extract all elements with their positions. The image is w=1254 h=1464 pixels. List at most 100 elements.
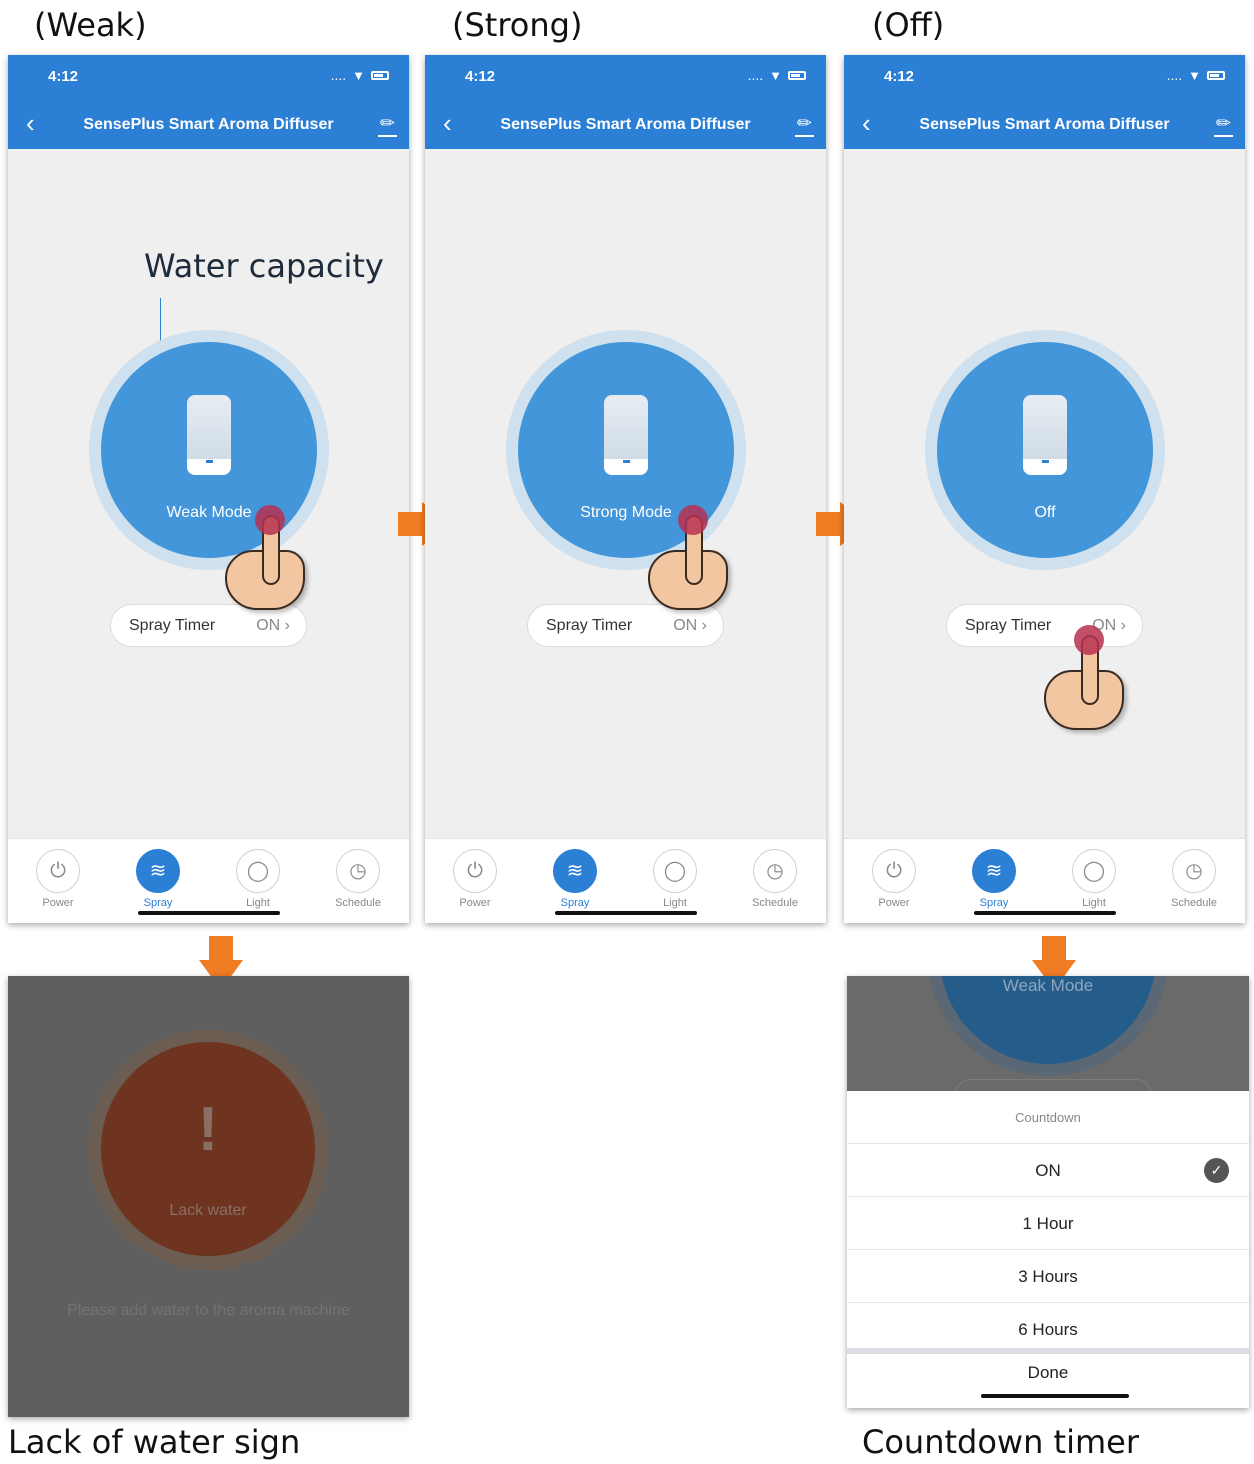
phone-screen-weak: 4:12 .... ▼ ‹ SensePlus Smart Aroma Diff…	[8, 55, 409, 923]
water-tank-icon	[1023, 395, 1067, 475]
tab-schedule[interactable]: ◷ Schedule	[725, 849, 825, 909]
countdown-sheet: Countdown ON ✓ 1 Hour 3 Hours 6 Hours	[847, 1091, 1249, 1408]
warning-icon: !	[197, 1095, 219, 1164]
status-icons: .... ▼	[748, 67, 806, 83]
app-header: 4:12 .... ▼ ‹ SensePlus Smart Aroma Diff…	[8, 55, 409, 149]
home-indicator	[138, 911, 280, 915]
wifi-icon: ▼	[1188, 67, 1201, 83]
sheet-divider	[847, 1348, 1249, 1354]
app-header: 4:12 .... ▼ ‹ SensePlus Smart Aroma Diff…	[844, 55, 1245, 149]
lack-water-label: Lack water	[169, 1202, 247, 1219]
app-title: SensePlus Smart Aroma Diffuser	[83, 116, 334, 133]
pencil-icon[interactable]: ✏	[1213, 113, 1234, 137]
clock-icon: ◷	[753, 849, 797, 893]
tab-spray[interactable]: ≋ Spray	[525, 849, 625, 909]
status-icons: .... ▼	[331, 67, 389, 83]
signal-icon: ....	[1166, 67, 1183, 83]
pencil-icon[interactable]: ✏	[794, 113, 815, 137]
check-icon: ✓	[1204, 1158, 1229, 1183]
water-level-marker	[1042, 460, 1049, 463]
app-title: SensePlus Smart Aroma Diffuser	[500, 116, 751, 133]
tab-label: Light	[663, 897, 687, 909]
countdown-title: Countdown	[847, 1091, 1249, 1144]
tap-hand-icon	[225, 505, 345, 625]
water-level-marker	[206, 460, 213, 463]
spray-timer-label: Spray Timer	[546, 617, 633, 634]
power-icon: ⏻	[872, 849, 916, 893]
battery-icon	[1207, 70, 1225, 80]
option-label: 1 Hour	[1022, 1214, 1074, 1233]
tab-label: Light	[246, 897, 270, 909]
tab-light[interactable]: ◯ Light	[625, 849, 725, 909]
tab-power[interactable]: ⏻ Power	[844, 849, 944, 909]
home-indicator	[555, 911, 697, 915]
clock-icon: ◷	[336, 849, 380, 893]
status-time: 4:12	[465, 68, 496, 85]
caption-weak: (Weak)	[34, 6, 147, 44]
spray-icon: ≋	[972, 849, 1016, 893]
phone-screen-strong: 4:12 .... ▼ ‹ SensePlus Smart Aroma Diff…	[425, 55, 826, 923]
option-label: 3 Hours	[1018, 1267, 1078, 1286]
tab-label: Schedule	[1171, 897, 1217, 909]
water-tank-icon	[187, 395, 231, 475]
countdown-screen: Weak Mode Countdown ON ✓ 1 Hour 3 Hours …	[847, 976, 1249, 1408]
countdown-option-3-hours[interactable]: 3 Hours	[847, 1250, 1249, 1303]
tab-power[interactable]: ⏻ Power	[8, 849, 108, 909]
wifi-icon: ▼	[352, 67, 365, 83]
tap-hand-icon	[1044, 625, 1164, 745]
caption-lack-of-water: Lack of water sign	[8, 1423, 301, 1461]
tab-label: Schedule	[335, 897, 381, 909]
lack-water-message: Please add water to the aroma machine	[67, 1302, 350, 1319]
wifi-icon: ▼	[769, 67, 782, 83]
water-capacity-annotation: Water capacity	[144, 247, 384, 285]
done-button[interactable]: Done	[847, 1363, 1249, 1383]
phone-screen-off: 4:12 .... ▼ ‹ SensePlus Smart Aroma Diff…	[844, 55, 1245, 923]
tab-spray[interactable]: ≋ Spray	[944, 849, 1044, 909]
tab-label: Spray	[143, 897, 173, 909]
spray-timer-label: Spray Timer	[129, 617, 216, 634]
countdown-option-1-hour[interactable]: 1 Hour	[847, 1197, 1249, 1250]
option-label: ON	[1035, 1161, 1061, 1180]
spray-icon: ≋	[553, 849, 597, 893]
bulb-icon: ◯	[236, 849, 280, 893]
clock-icon: ◷	[1172, 849, 1216, 893]
spray-icon: ≋	[136, 849, 180, 893]
option-label: 6 Hours	[1018, 1320, 1078, 1339]
water-level-marker	[623, 460, 630, 463]
bulb-icon: ◯	[653, 849, 697, 893]
lack-water-screen: ! Lack water Please add water to the aro…	[8, 976, 409, 1417]
tab-label: Spray	[560, 897, 590, 909]
battery-icon	[788, 70, 806, 80]
caption-off: (Off)	[872, 6, 945, 44]
tab-schedule[interactable]: ◷ Schedule	[308, 849, 408, 909]
home-indicator	[974, 911, 1116, 915]
status-time: 4:12	[48, 68, 79, 85]
dimmed-background: Weak Mode	[847, 976, 1249, 1091]
caption-countdown-timer: Countdown timer	[862, 1423, 1139, 1461]
pencil-icon[interactable]: ✏	[377, 113, 398, 137]
power-icon: ⏻	[453, 849, 497, 893]
countdown-option-on[interactable]: ON ✓	[847, 1144, 1249, 1197]
tab-light[interactable]: ◯ Light	[1044, 849, 1144, 909]
bulb-icon: ◯	[1072, 849, 1116, 893]
tab-label: Power	[459, 897, 491, 909]
tab-label: Power	[878, 897, 910, 909]
spray-timer-button	[955, 1079, 1151, 1091]
power-icon: ⏻	[36, 849, 80, 893]
tab-label: Power	[42, 897, 74, 909]
tab-schedule[interactable]: ◷ Schedule	[1144, 849, 1244, 909]
mode-label: Weak Mode	[1002, 976, 1094, 995]
battery-icon	[371, 70, 389, 80]
tab-label: Spray	[979, 897, 1009, 909]
tab-spray[interactable]: ≋ Spray	[108, 849, 208, 909]
status-time: 4:12	[884, 68, 915, 85]
spray-timer-label: Spray Timer	[965, 617, 1052, 634]
signal-icon: ....	[330, 67, 347, 83]
status-icons: .... ▼	[1167, 67, 1225, 83]
tab-light[interactable]: ◯ Light	[208, 849, 308, 909]
mode-label: Off	[1034, 504, 1056, 521]
app-title: SensePlus Smart Aroma Diffuser	[919, 116, 1170, 133]
tab-label: Schedule	[752, 897, 798, 909]
tab-power[interactable]: ⏻ Power	[425, 849, 525, 909]
signal-icon: ....	[747, 67, 764, 83]
